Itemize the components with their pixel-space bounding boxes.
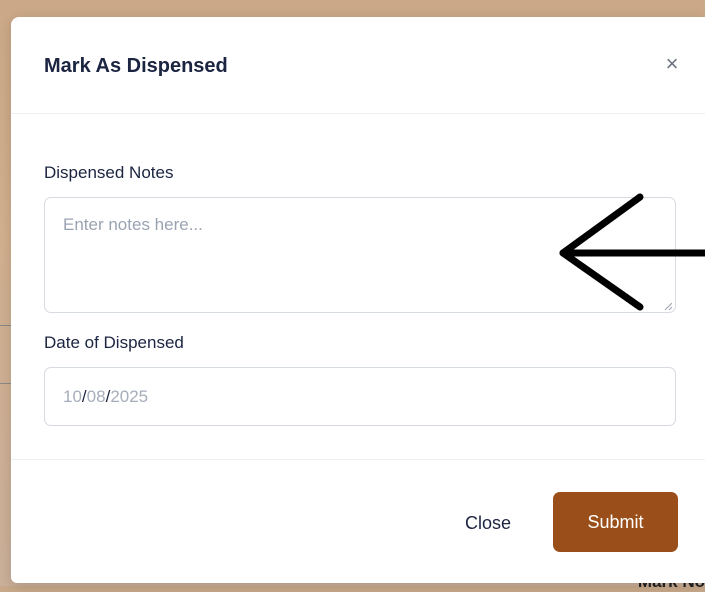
- close-button[interactable]: Close: [441, 494, 535, 552]
- date-month-segment[interactable]: 10: [63, 387, 82, 407]
- dispensed-notes-label: Dispensed Notes: [44, 163, 174, 182]
- modal-header: Mark As Dispensed ×: [11, 17, 705, 114]
- resize-handle-icon[interactable]: [664, 302, 673, 311]
- dispensed-notes-input[interactable]: [44, 197, 676, 313]
- date-year-segment[interactable]: 2025: [110, 387, 148, 407]
- date-day-segment[interactable]: 08: [87, 387, 106, 407]
- submit-button[interactable]: Submit: [553, 492, 678, 552]
- close-icon[interactable]: ×: [661, 53, 683, 75]
- date-of-dispensed-input[interactable]: 10/08/2025: [44, 367, 676, 426]
- mark-as-dispensed-modal: Mark As Dispensed × Dispensed Notes Date…: [11, 17, 705, 583]
- footer-divider: [11, 459, 705, 460]
- modal-title: Mark As Dispensed: [44, 55, 228, 77]
- date-of-dispensed-label: Date of Dispensed: [44, 333, 184, 352]
